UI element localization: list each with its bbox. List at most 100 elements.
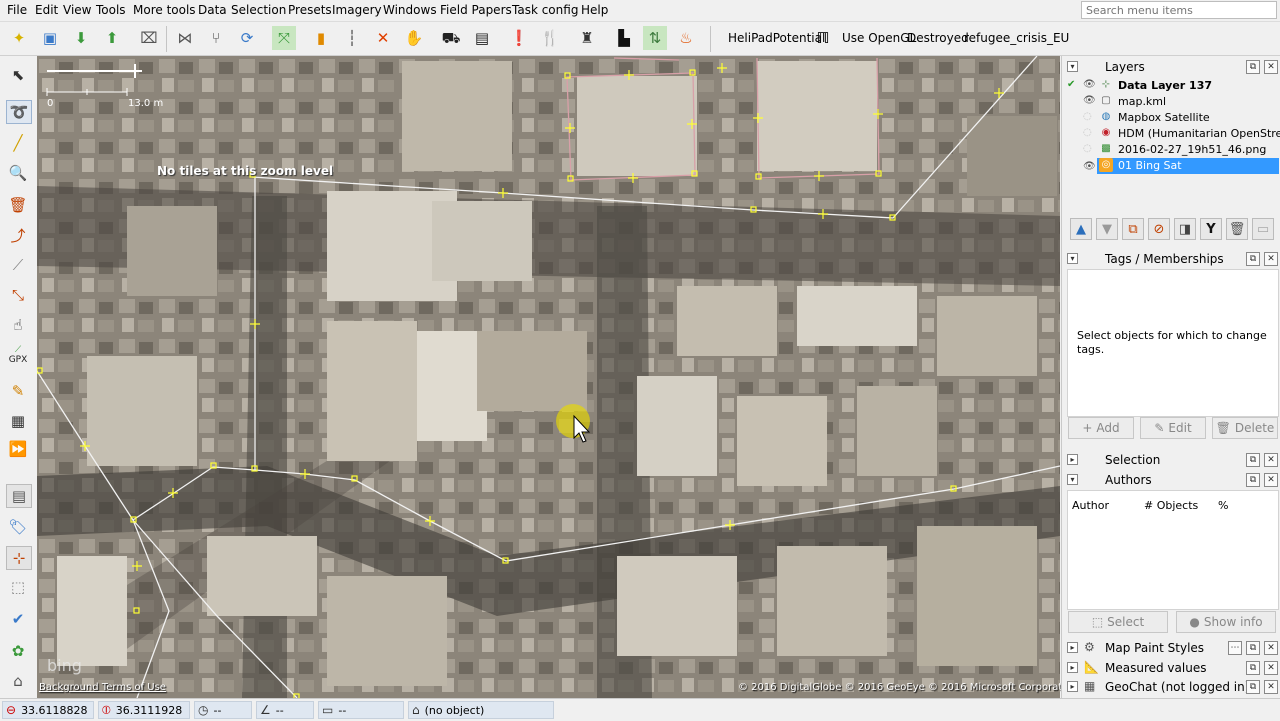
close-icon[interactable]: ✕ xyxy=(1264,680,1278,694)
percent-column-header[interactable]: % xyxy=(1218,499,1228,512)
detach-icon[interactable]: ⧉ xyxy=(1246,473,1260,487)
menu-windows[interactable]: Windows xyxy=(383,3,437,17)
layers-panel-header[interactable]: ▾ Layers ⧉ ✕ xyxy=(1062,58,1280,76)
settings-icon[interactable]: ⋯ xyxy=(1228,641,1242,655)
close-icon[interactable]: ✕ xyxy=(1264,453,1278,467)
validator-icon[interactable]: ✔ xyxy=(6,608,30,630)
layer-row[interactable]: 👁 ▢ map.kml xyxy=(1062,94,1280,110)
opacity-icon[interactable]: ◨ xyxy=(1174,218,1196,240)
collapse-icon[interactable]: ▾ xyxy=(1067,61,1078,72)
restaurant-icon[interactable]: 🍴 xyxy=(538,26,562,50)
visibility-eye-icon[interactable]: 👁 xyxy=(1083,79,1096,90)
author-column-header[interactable]: Author xyxy=(1072,499,1109,512)
select-authors-button[interactable]: ⬚ Select xyxy=(1068,611,1168,633)
open-file-icon[interactable]: ▣ xyxy=(38,26,62,50)
more-tools-icon[interactable]: ⏩ xyxy=(6,438,30,460)
use-opengl-button[interactable]: Use OpenGL xyxy=(842,31,916,45)
hidden-eye-icon[interactable]: ◌ xyxy=(1083,143,1092,154)
toggle-visibility-icon[interactable]: ⊘ xyxy=(1148,218,1170,240)
menu-data[interactable]: Data xyxy=(198,3,227,17)
detach-icon[interactable]: ⧉ xyxy=(1246,680,1260,694)
add-tag-button[interactable]: + Add xyxy=(1068,417,1134,439)
merge-layer-icon[interactable]: ⧉ xyxy=(1122,218,1144,240)
tag-icon[interactable]: 🏷 xyxy=(6,516,30,538)
menu-file[interactable]: File xyxy=(7,3,27,17)
edit-tag-button[interactable]: ✎ Edit xyxy=(1140,417,1206,439)
draw-tool-icon[interactable]: ╱ xyxy=(6,132,30,154)
pencil-icon[interactable]: ✎ xyxy=(6,380,30,402)
layer-row[interactable]: ✔ 👁 ⊹ Data Layer 137 xyxy=(1062,78,1280,94)
menu-tools[interactable]: Tools xyxy=(96,3,126,17)
expand-icon[interactable]: ▸ xyxy=(1067,662,1078,673)
move-up-icon[interactable]: ▲ xyxy=(1070,218,1092,240)
tap-tool-icon[interactable]: ☝ xyxy=(6,314,30,336)
menu-task-config[interactable]: Task config xyxy=(512,3,578,17)
detach-icon[interactable]: ⧉ xyxy=(1246,60,1260,74)
expand-icon[interactable]: ▸ xyxy=(1067,454,1078,465)
selection-list-icon[interactable]: ⬚ xyxy=(6,576,30,598)
lasso-tool-icon[interactable]: ➰ xyxy=(6,100,32,124)
map-view[interactable] xyxy=(37,56,1060,698)
close-icon[interactable]: ✕ xyxy=(1264,641,1278,655)
relation-icon[interactable]: ⊹ xyxy=(6,546,32,570)
menu-imagery[interactable]: Imagery xyxy=(332,3,382,17)
map-paint-styles-header[interactable]: ▸ ⚙ Map Paint Styles ⋯ ⧉ ✕ xyxy=(1062,639,1280,657)
gpx-icon[interactable]: ⟋ GPX xyxy=(6,344,30,366)
car-icon[interactable]: ⛟ xyxy=(439,26,463,50)
menu-presets[interactable]: Presets xyxy=(288,3,332,17)
menu-edit[interactable]: Edit xyxy=(35,3,58,17)
download-icon[interactable]: ⬇ xyxy=(69,26,93,50)
improve-way-icon[interactable]: ⤴ xyxy=(6,224,30,246)
detach-icon[interactable]: ⧉ xyxy=(1246,661,1260,675)
menu-search-input[interactable] xyxy=(1081,1,1277,19)
delete-tag-button[interactable]: 🗑 Delete xyxy=(1212,417,1278,439)
delete-tool-icon[interactable]: 🗑 xyxy=(6,194,30,216)
combine-way-icon[interactable]: ⋈ xyxy=(173,26,197,50)
hidden-eye-icon[interactable]: ◌ xyxy=(1083,127,1092,138)
collapse-icon[interactable]: ▾ xyxy=(1067,474,1078,485)
layer-row[interactable]: ◌ ◉ HDM (Humanitarian OpenStre... xyxy=(1062,126,1280,142)
menu-field-papers[interactable]: Field Papers xyxy=(440,3,512,17)
layer-row-selected[interactable]: ◎ 01 Bing Sat xyxy=(1097,158,1279,174)
measured-values-header[interactable]: ▸ 📐 Measured values ⧉ ✕ xyxy=(1062,659,1280,677)
detach-icon[interactable]: ⧉ xyxy=(1246,252,1260,266)
menu-view[interactable]: View xyxy=(63,3,91,17)
authors-panel-header[interactable]: ▾ Authors ⧉ ✕ xyxy=(1062,471,1280,489)
zoom-tool-icon[interactable]: 🔍 xyxy=(6,162,30,184)
new-layer-icon[interactable]: ✦ xyxy=(7,26,31,50)
orthogonalize-icon[interactable]: ▮ xyxy=(309,26,333,50)
visibility-eye-icon[interactable]: 👁 xyxy=(1083,161,1096,172)
close-icon[interactable]: ✕ xyxy=(1264,252,1278,266)
layers-toggle-icon[interactable]: ▤ xyxy=(6,484,32,508)
menu-selection[interactable]: Selection xyxy=(231,3,286,17)
show-info-button[interactable]: ● Show info xyxy=(1176,611,1276,633)
hidden-eye-icon[interactable]: ◌ xyxy=(1083,111,1092,122)
menu-more-tools[interactable]: More tools xyxy=(133,3,196,17)
delete-layer-icon[interactable]: 🗑 xyxy=(1226,218,1248,240)
objects-column-header[interactable]: # Objects xyxy=(1144,499,1198,512)
parallel-tool-icon[interactable]: ⟋ xyxy=(6,254,30,276)
detach-icon[interactable]: ⧉ xyxy=(1246,641,1260,655)
layer-row[interactable]: ◌ ◍ Mapbox Satellite xyxy=(1062,110,1280,126)
geochat-header[interactable]: ▸ ▦ GeoChat (not logged in) ⧉ ✕ xyxy=(1062,678,1280,696)
filter-icon[interactable]: Y xyxy=(1200,218,1222,240)
visibility-eye-icon[interactable]: 👁 xyxy=(1083,95,1096,106)
factory-icon[interactable]: ▙ xyxy=(612,26,636,50)
imagery-offset-icon[interactable]: ⇅ xyxy=(643,26,667,50)
grid-icon[interactable]: ▦ xyxy=(6,410,30,432)
layer-row[interactable]: ◌ ▩ 2016-02-27_19h51_46.png xyxy=(1062,142,1280,158)
destroyed-button[interactable]: Destroyed xyxy=(907,31,969,45)
selection-panel-header[interactable]: ▸ Selection ⧉ ✕ xyxy=(1062,451,1280,469)
close-icon[interactable]: ✕ xyxy=(1264,60,1278,74)
bus-icon[interactable]: ▤ xyxy=(470,26,494,50)
collapse-icon[interactable]: ▾ xyxy=(1067,253,1078,264)
tags-panel-header[interactable]: ▾ Tags / Memberships ⧉ ✕ xyxy=(1062,250,1280,268)
select-tool-icon[interactable]: ⬉ xyxy=(6,64,30,86)
opengl-icon[interactable]: ℿ xyxy=(811,26,835,50)
zoom-extent-icon[interactable]: ⤧ xyxy=(272,26,296,50)
align-line-icon[interactable]: ┆ xyxy=(340,26,364,50)
save-as-icon[interactable]: ⌧ xyxy=(137,26,161,50)
expand-icon[interactable]: ▸ xyxy=(1067,681,1078,692)
hazard-icon[interactable]: ❗ xyxy=(507,26,531,50)
hand-icon[interactable]: ✋ xyxy=(402,26,426,50)
